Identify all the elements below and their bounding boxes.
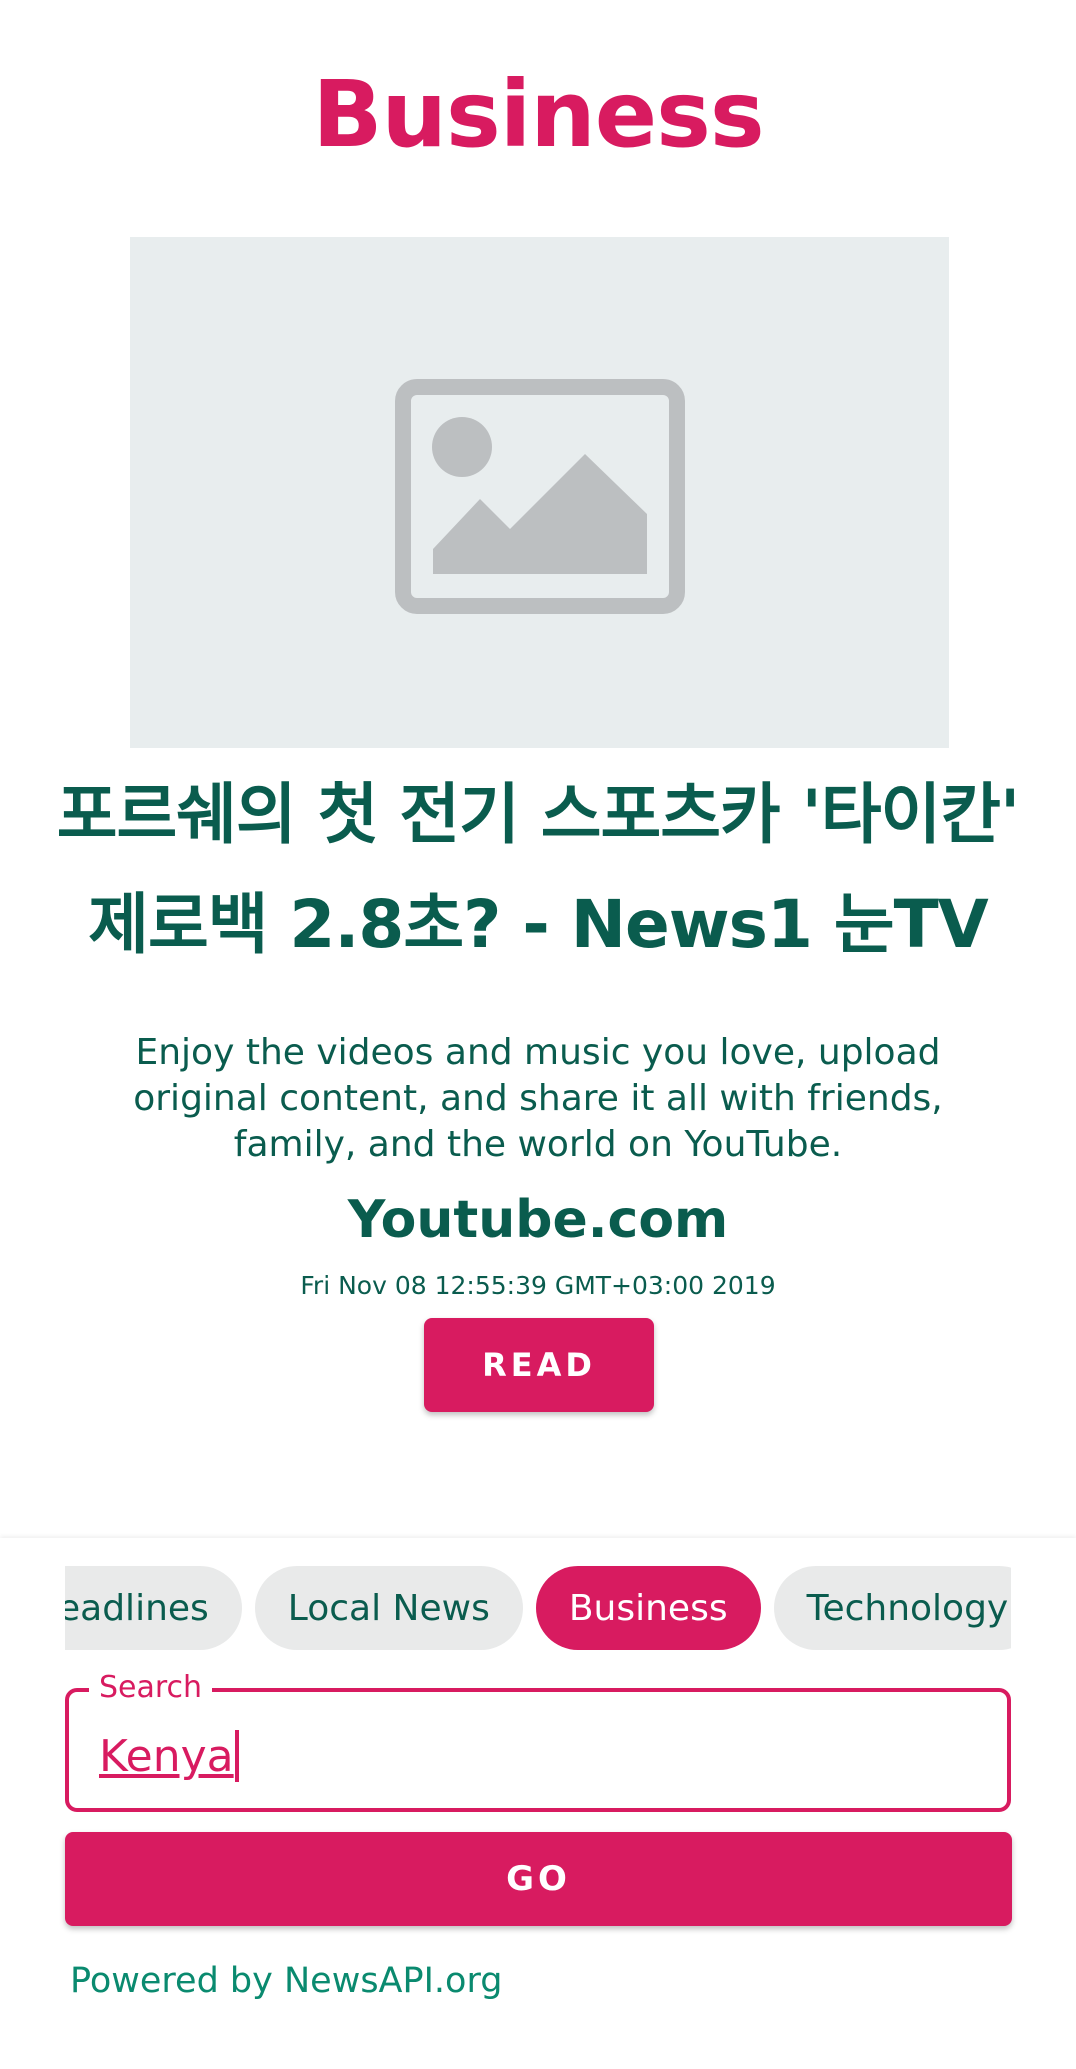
bottom-panel: eadlines Local News Business Technology … xyxy=(0,1538,1076,2069)
page-title: Business xyxy=(312,61,764,168)
chip-label: Technology xyxy=(806,1587,1009,1629)
category-chip-row[interactable]: eadlines Local News Business Technology xyxy=(65,1566,1011,1650)
article-image xyxy=(130,237,949,748)
article-description: Enjoy the videos and music you love, upl… xyxy=(133,1032,943,1165)
chip-label: Local News xyxy=(287,1587,490,1629)
search-text: Kenya xyxy=(99,1731,234,1782)
article-timestamp: Fri Nov 08 12:55:39 GMT+03:00 2019 xyxy=(300,1271,776,1300)
search-label: Search xyxy=(89,1670,213,1706)
image-placeholder-icon xyxy=(395,379,685,614)
article-source: Youtube.com xyxy=(347,1190,729,1250)
chip-local-news[interactable]: Local News xyxy=(254,1566,523,1650)
read-button[interactable]: READ xyxy=(424,1318,654,1412)
chip-business[interactable]: Business xyxy=(535,1566,761,1650)
text-caret xyxy=(234,1730,239,1782)
chip-technology[interactable]: Technology xyxy=(773,1566,1011,1650)
chip-headlines[interactable]: eadlines xyxy=(65,1566,242,1650)
search-input[interactable]: Search Kenya xyxy=(65,1670,1011,1812)
search-value[interactable]: Kenya xyxy=(99,1730,239,1784)
go-button[interactable]: GO xyxy=(65,1832,1012,1926)
category-chip-track: eadlines Local News Business Technology xyxy=(65,1566,1011,1650)
chip-label: Business xyxy=(568,1587,728,1629)
chip-label: eadlines xyxy=(65,1587,209,1629)
article-headline: 포르쉐의 첫 전기 스포츠카 '타이칸' 제로백 2.8초? - News1 눈… xyxy=(56,776,1020,963)
powered-by-link[interactable]: Powered by NewsAPI.org xyxy=(70,1958,502,2004)
